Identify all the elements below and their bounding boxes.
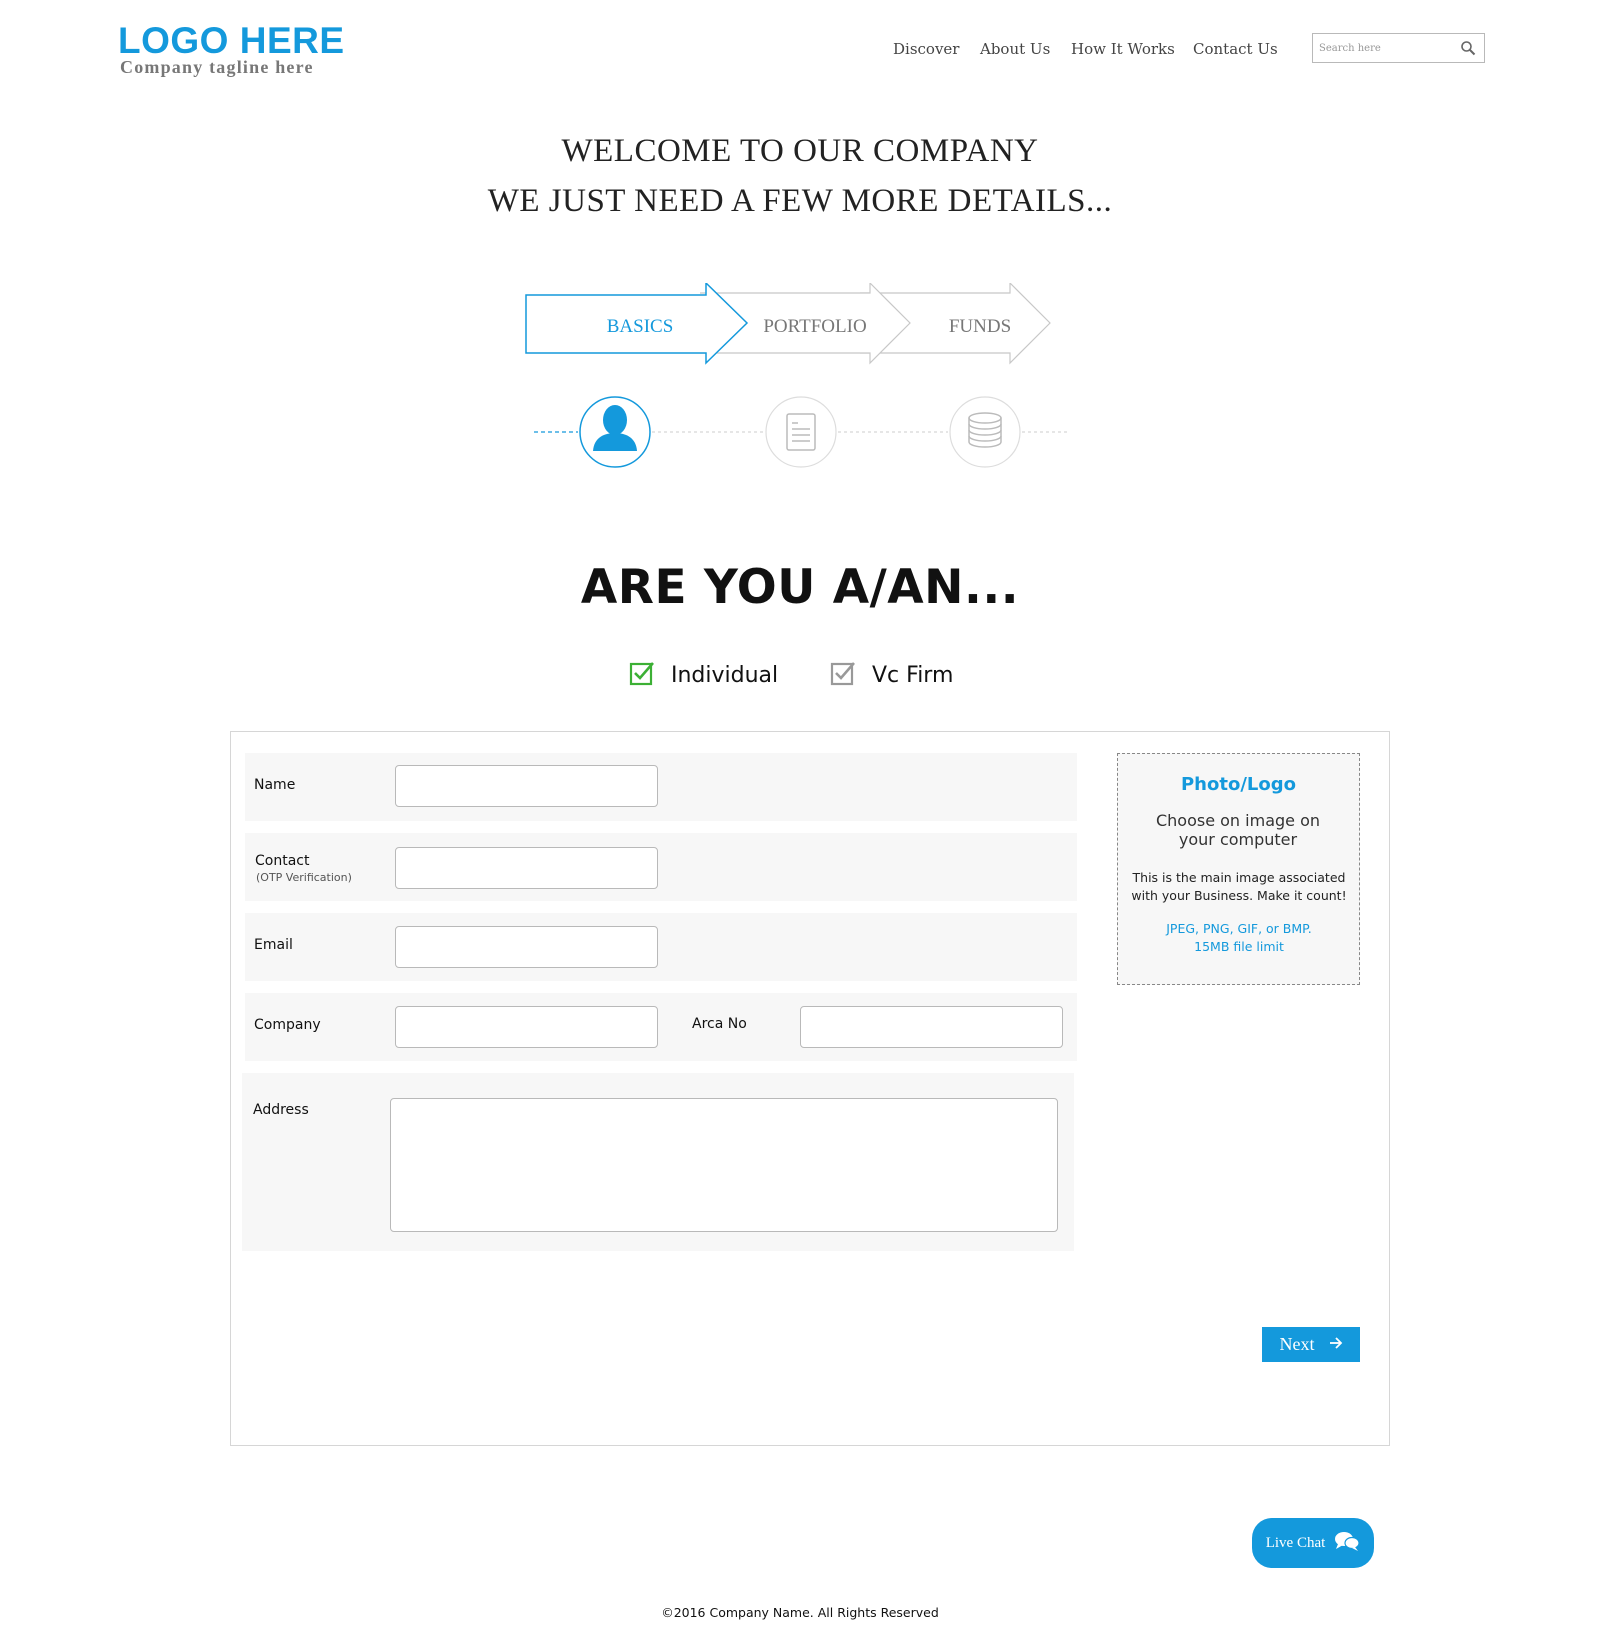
nav-item-discover[interactable]: Discover [893, 40, 959, 58]
upload-choose-text: Choose on image on your computer [1155, 811, 1321, 849]
arrow-right-icon [1329, 1337, 1343, 1352]
checkbox-icon[interactable] [830, 660, 856, 691]
contact-label: Contact [255, 853, 310, 869]
welcome-heading: WELCOME TO OUR COMPANY [561, 133, 1039, 169]
chat-bubbles-icon [1334, 1530, 1360, 1557]
name-label: Name [254, 777, 296, 793]
upload-formats: JPEG, PNG, GIF, or BMP. 15MB file limit [1128, 920, 1350, 956]
upload-limit-text: 15MB file limit [1194, 939, 1284, 954]
address-textarea[interactable] [390, 1098, 1058, 1232]
option-individual[interactable]: Individual [629, 660, 778, 690]
nav-item-contact-us[interactable]: Contact Us [1193, 40, 1278, 58]
welcome-subheading: WE JUST NEED A FEW MORE DETAILS... [487, 183, 1113, 219]
question-title: ARE YOU A/AN... [580, 560, 1020, 615]
nav-item-how-it-works[interactable]: How It Works [1071, 40, 1175, 58]
company-label: Company [254, 1017, 321, 1033]
next-button[interactable]: Next [1262, 1327, 1360, 1362]
checked-checkbox-icon[interactable] [629, 660, 655, 691]
name-input[interactable] [395, 765, 658, 807]
search-icon[interactable] [1460, 40, 1476, 56]
upload-title: Photo/Logo [1180, 774, 1296, 795]
step-funds-label[interactable]: FUNDS [920, 316, 1040, 338]
email-input[interactable] [395, 926, 658, 968]
address-label: Address [253, 1102, 309, 1118]
photo-logo-upload[interactable]: Photo/Logo Choose on image on your compu… [1117, 753, 1360, 985]
step-portfolio-label[interactable]: PORTFOLIO [750, 316, 880, 338]
step-progress [525, 283, 1068, 468]
live-chat-button[interactable]: Live Chat [1252, 1518, 1374, 1568]
form-row-name [245, 753, 1077, 821]
form-row-email [245, 913, 1077, 981]
step-basics-label[interactable]: BASICS [580, 316, 700, 338]
next-button-label: Next [1279, 1334, 1315, 1354]
live-chat-label: Live Chat [1265, 1534, 1326, 1551]
search-input[interactable] [1319, 39, 1459, 57]
company-input[interactable] [395, 1006, 658, 1048]
contact-input[interactable] [395, 847, 658, 889]
logo-title[interactable]: LOGO HERE [118, 20, 345, 62]
option-vc-firm-label: Vc Firm [872, 662, 954, 688]
email-label: Email [254, 937, 293, 953]
user-icon [579, 396, 651, 468]
form-row-contact [245, 833, 1077, 901]
coins-icon [949, 396, 1021, 468]
footer-copyright: ©2016 Company Name. All Rights Reserved [661, 1605, 939, 1620]
document-icon [765, 396, 837, 468]
option-individual-label: Individual [671, 662, 779, 688]
search-box [1312, 33, 1485, 63]
contact-sublabel: (OTP Verification) [256, 871, 352, 884]
logo-tagline: Company tagline here [120, 57, 314, 77]
arca-no-input[interactable] [800, 1006, 1063, 1048]
upload-formats-text: JPEG, PNG, GIF, or BMP. [1166, 921, 1312, 936]
nav-item-about-us[interactable]: About Us [980, 40, 1050, 58]
arca-no-label: Arca No [692, 1016, 747, 1032]
option-vc-firm[interactable]: Vc Firm [830, 660, 953, 690]
upload-description: This is the main image associated with y… [1131, 870, 1347, 903]
